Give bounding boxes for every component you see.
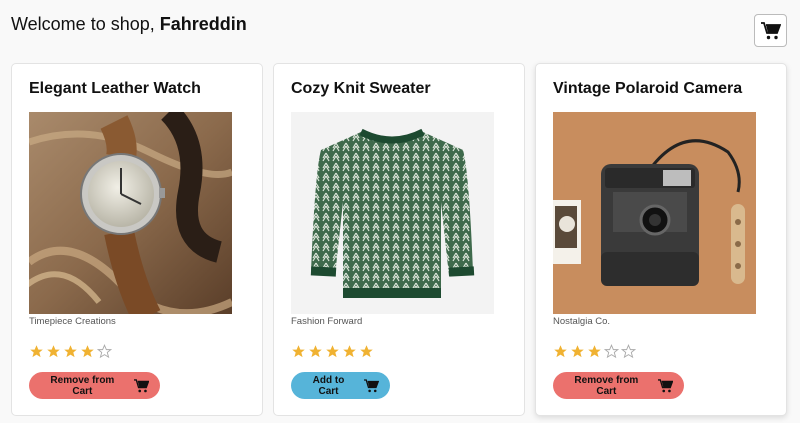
product-card: Cozy Knit Sweater Fashion Forward Add to… — [273, 63, 525, 416]
cart-icon — [133, 378, 149, 392]
product-brand: Timepiece Creations — [29, 316, 116, 327]
star-filled-icon — [309, 345, 322, 358]
remove-from-cart-button[interactable]: Remove from Cart — [553, 372, 684, 399]
product-grid: Elegant Leather Watch Timepiece Creation… — [11, 63, 787, 416]
star-filled-icon — [588, 345, 601, 358]
star-filled-icon — [30, 345, 43, 358]
product-brand: Fashion Forward — [291, 316, 363, 327]
product-title: Vintage Polaroid Camera — [553, 80, 743, 97]
star-empty-icon — [97, 344, 112, 359]
product-image — [553, 112, 756, 314]
star-filled-icon — [292, 345, 305, 358]
star-filled-icon — [81, 345, 94, 358]
star-empty-icon — [621, 344, 636, 359]
product-card: Vintage Polaroid Camera Nostalgia Co. Re… — [535, 63, 787, 416]
star-filled-icon — [554, 345, 567, 358]
rating-stars — [291, 344, 374, 359]
button-label: Remove from Cart — [50, 374, 115, 397]
rating-stars — [29, 344, 112, 359]
star-filled-icon — [326, 345, 339, 358]
product-title: Elegant Leather Watch — [29, 80, 201, 97]
remove-from-cart-button[interactable]: Remove from Cart — [29, 372, 160, 399]
button-label: Remove from Cart — [574, 374, 639, 397]
cart-icon — [364, 378, 379, 392]
cart-icon — [760, 21, 781, 39]
star-filled-icon — [571, 345, 584, 358]
add-to-cart-button[interactable]: Add to Cart — [291, 372, 390, 399]
cart-button[interactable] — [754, 14, 787, 47]
product-image — [291, 112, 494, 314]
welcome-header: Welcome to shop, Fahreddin — [11, 14, 247, 35]
rating-stars — [553, 344, 636, 359]
star-empty-icon — [604, 344, 619, 359]
star-filled-icon — [47, 345, 60, 358]
star-filled-icon — [360, 345, 373, 358]
product-image — [29, 112, 232, 314]
product-card: Elegant Leather Watch Timepiece Creation… — [11, 63, 263, 416]
button-label: Add to Cart — [312, 374, 345, 397]
star-filled-icon — [64, 345, 77, 358]
star-filled-icon — [343, 345, 356, 358]
product-title: Cozy Knit Sweater — [291, 80, 431, 97]
product-brand: Nostalgia Co. — [553, 316, 611, 327]
welcome-text: Welcome to shop, — [11, 14, 155, 34]
cart-icon — [657, 378, 673, 392]
username: Fahreddin — [159, 14, 247, 34]
